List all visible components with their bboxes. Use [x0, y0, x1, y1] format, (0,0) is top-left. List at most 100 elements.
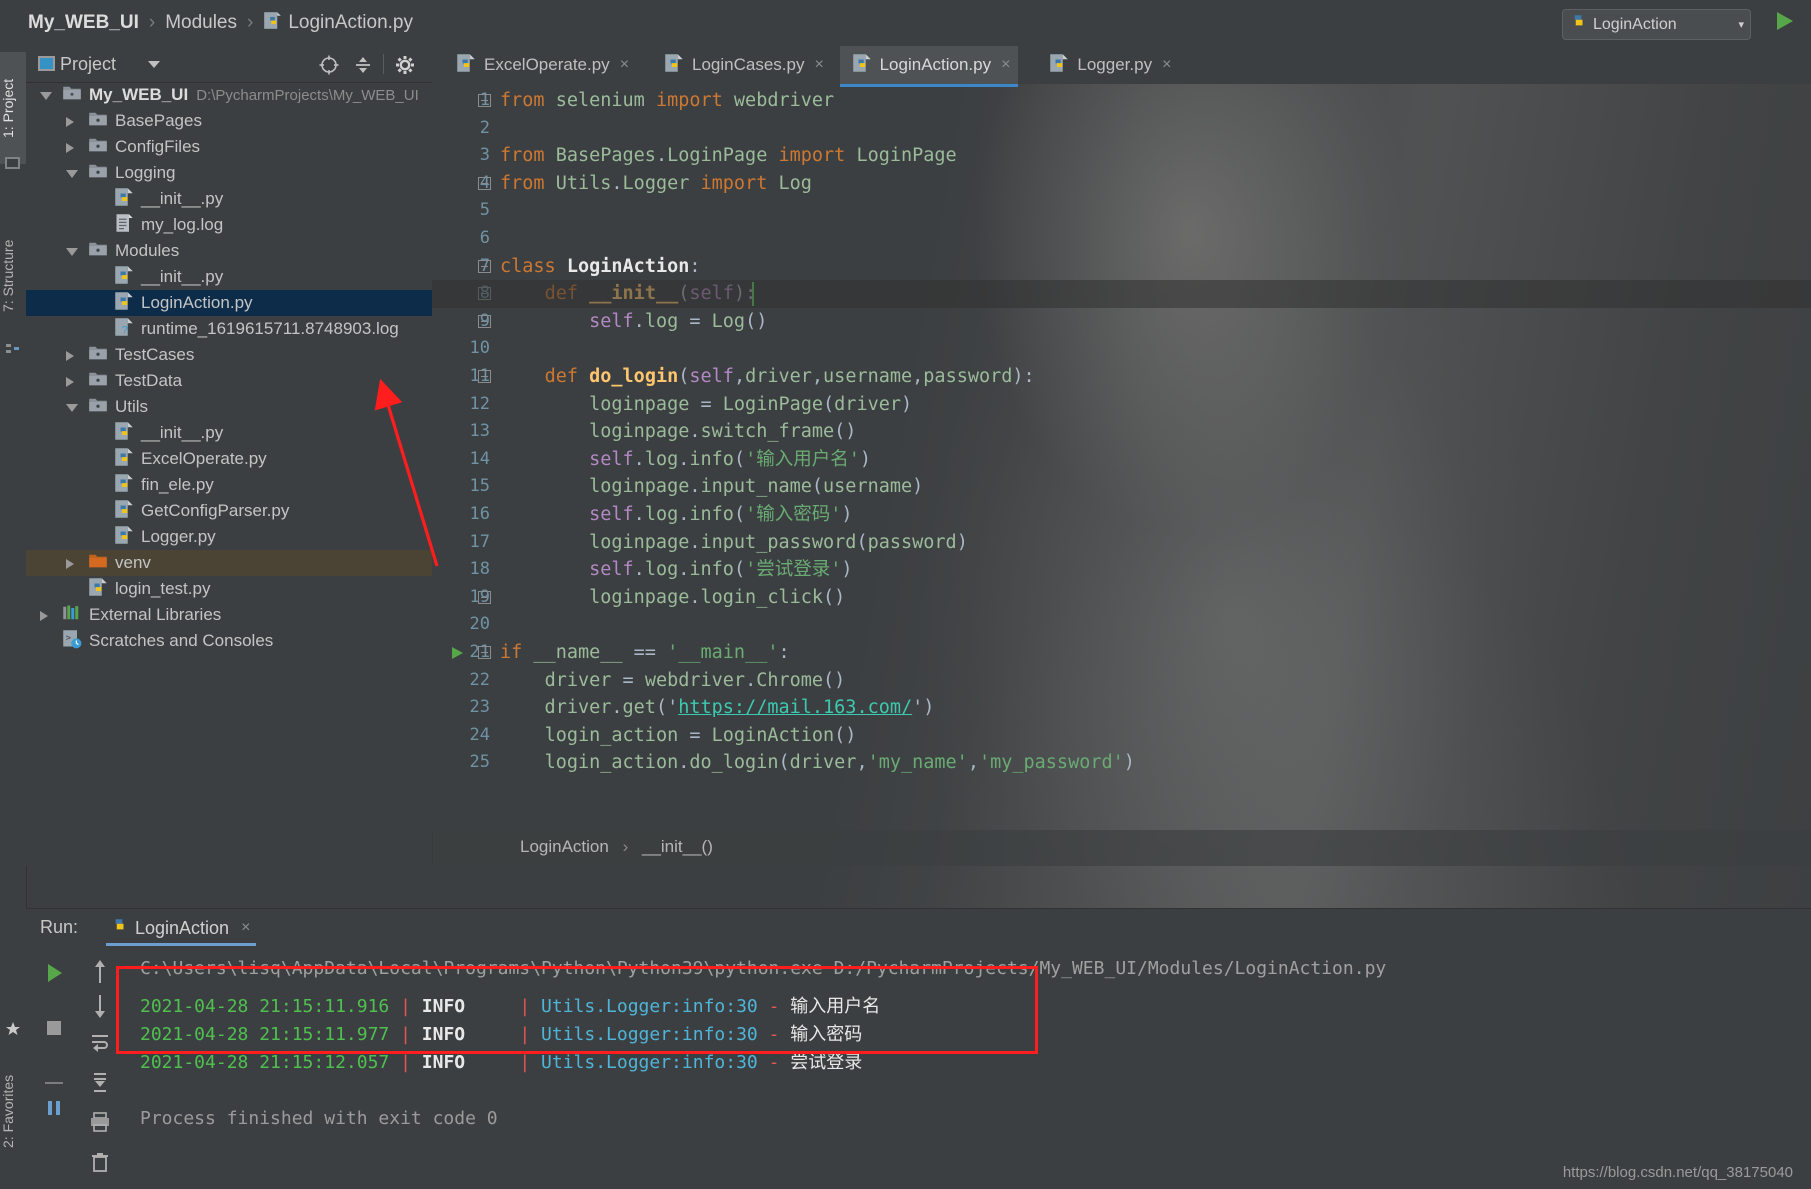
tree-node-venv[interactable]: venv: [26, 550, 432, 576]
chevron-right-icon[interactable]: [66, 377, 74, 387]
tree-node-configfiles[interactable]: ConfigFiles: [26, 134, 432, 160]
chevron-down-icon[interactable]: [66, 404, 78, 417]
chevron-right-icon[interactable]: [40, 611, 48, 621]
code-line[interactable]: loginpage.switch_frame(): [500, 418, 856, 446]
chevron-right-icon[interactable]: [66, 351, 74, 361]
editor-gutter[interactable]: 1234567891011121314151617181920212223242…: [432, 84, 500, 830]
sidebar-item-favorites[interactable]: 2: Favorites: [0, 1046, 26, 1176]
tree-node-basepages[interactable]: BasePages: [26, 108, 432, 134]
code-line[interactable]: login_action = LoginAction(): [500, 722, 857, 750]
code-line[interactable]: self.log.info('输入用户名'): [500, 446, 871, 474]
editor-area: ExcelOperate.py × LoginCases.py × LoginActio…: [432, 46, 1811, 866]
code-fold-icon[interactable]: [478, 259, 491, 273]
code-fold-icon[interactable]: [478, 176, 491, 190]
code-line[interactable]: class LoginAction:: [500, 253, 701, 281]
code-editor[interactable]: 1234567891011121314151617181920212223242…: [432, 84, 1811, 830]
run-icon[interactable]: [26, 961, 82, 990]
editor-breadcrumb-method[interactable]: __init__(): [642, 837, 713, 856]
editor-tab-logincases-py[interactable]: LoginCases.py ×: [652, 46, 832, 84]
chevron-down-icon[interactable]: [40, 92, 52, 105]
tree-node-external-libraries[interactable]: External Libraries: [26, 602, 432, 628]
code-line[interactable]: if __name__ == '__main__':: [500, 639, 790, 667]
tree-node-login-test-py[interactable]: login_test.py: [26, 576, 432, 602]
run-button[interactable]: [1777, 12, 1793, 30]
code-line[interactable]: loginpage.input_password(password): [500, 529, 968, 557]
tree-node-scratches-and-consoles[interactable]: >_ Scratches and Consoles: [26, 628, 432, 654]
code-line[interactable]: driver = webdriver.Chrome(): [500, 667, 846, 695]
close-icon[interactable]: ×: [620, 56, 629, 74]
breadcrumb-item-project[interactable]: My_WEB_UI: [28, 12, 139, 34]
gear-icon[interactable]: [394, 54, 416, 76]
tree-node-logger-py[interactable]: Logger.py: [26, 524, 432, 550]
code-line[interactable]: loginpage.login_click(): [500, 584, 845, 612]
tree-node-loginaction-py[interactable]: LoginAction.py: [26, 290, 432, 316]
run-panel-gutter[interactable]: [26, 945, 118, 1189]
code-line[interactable]: self.log = Log(): [500, 308, 767, 336]
sidebar-item-structure[interactable]: 7: Structure: [0, 216, 26, 336]
print-icon[interactable]: [82, 1111, 118, 1138]
code-fold-icon[interactable]: [478, 314, 491, 328]
tree-node-my-web-ui[interactable]: My_WEB_UI D:\PycharmProjects\My_WEB_UI: [26, 82, 432, 108]
sidebar-item-project[interactable]: 1: Project: [0, 52, 26, 164]
tree-node-my-log-log[interactable]: my_log.log: [26, 212, 432, 238]
code-line[interactable]: loginpage = LoginPage(driver): [500, 391, 912, 419]
locate-icon[interactable]: [318, 54, 340, 76]
close-icon[interactable]: ×: [241, 919, 250, 937]
code-line[interactable]: self.log.info('输入密码'): [500, 501, 852, 529]
scroll-to-end-icon[interactable]: [82, 1071, 118, 1098]
breadcrumb-item-modules[interactable]: Modules: [165, 12, 237, 34]
chevron-down-icon[interactable]: [66, 248, 78, 261]
code-fold-icon[interactable]: [478, 94, 491, 107]
tree-node-init-py[interactable]: __init__.py: [26, 264, 432, 290]
chevron-down-icon[interactable]: [148, 61, 160, 68]
code-content[interactable]: from selenium import webdriver from BaseP…: [500, 84, 1811, 830]
code-line[interactable]: loginpage.input_name(username): [500, 473, 923, 501]
run-configuration-selector[interactable]: LoginAction ▾: [1562, 9, 1751, 40]
chevron-down-icon[interactable]: [66, 170, 78, 183]
project-tree[interactable]: My_WEB_UI D:\PycharmProjects\My_WEB_UI Bas…: [26, 82, 432, 866]
chevron-right-icon[interactable]: [66, 559, 74, 569]
code-line[interactable]: from selenium import webdriver: [500, 87, 834, 115]
tree-node-utils[interactable]: Utils: [26, 394, 432, 420]
soft-wrap-icon[interactable]: [82, 1031, 118, 1058]
down-arrow-icon[interactable]: [82, 993, 118, 1024]
tree-node-exceloperate-py[interactable]: ExcelOperate.py: [26, 446, 432, 472]
trash-icon[interactable]: [82, 1151, 118, 1178]
code-fold-icon[interactable]: [478, 370, 491, 383]
editor-tab-exceloperate-py[interactable]: ExcelOperate.py ×: [444, 46, 637, 84]
tree-node-testcases[interactable]: TestCases: [26, 342, 432, 368]
code-line[interactable]: def do_login(self,driver,username,passwo…: [500, 363, 1035, 391]
close-icon[interactable]: ×: [1162, 56, 1171, 74]
pause-icon[interactable]: [26, 1097, 82, 1124]
run-tab-loginaction[interactable]: LoginAction ×: [106, 913, 257, 946]
code-fold-icon[interactable]: [478, 646, 491, 659]
code-fold-icon[interactable]: [478, 590, 491, 604]
tree-node-init-py[interactable]: __init__.py: [26, 420, 432, 446]
editor-tab-loginaction-py[interactable]: LoginAction.py ×: [839, 46, 1019, 87]
tree-node-modules[interactable]: Modules: [26, 238, 432, 264]
code-line[interactable]: driver.get('https://mail.163.com/'): [500, 694, 935, 722]
tree-node-init-py[interactable]: __init__.py: [26, 186, 432, 212]
editor-breadcrumb-class[interactable]: LoginAction: [520, 837, 609, 856]
editor-breadcrumb[interactable]: LoginAction › __init__(): [520, 837, 713, 857]
collapse-all-icon[interactable]: [352, 54, 374, 76]
code-line[interactable]: login_action.do_login(driver,'my_name','…: [500, 749, 1135, 777]
close-icon[interactable]: ×: [1001, 56, 1010, 74]
chevron-right-icon[interactable]: [66, 117, 74, 127]
breadcrumb-item-file[interactable]: LoginAction.py: [288, 12, 413, 34]
code-line[interactable]: self.log.info('尝试登录'): [500, 556, 852, 584]
close-icon[interactable]: ×: [814, 56, 823, 74]
run-line-icon[interactable]: [452, 647, 463, 659]
stop-icon[interactable]: [26, 1017, 82, 1044]
tree-node-runtime-1619615711-8748903-log[interactable]: ? runtime_1619615711.8748903.log: [26, 316, 432, 342]
tree-node-testdata[interactable]: TestData: [26, 368, 432, 394]
tree-node-getconfigparser-py[interactable]: GetConfigParser.py: [26, 498, 432, 524]
url-link[interactable]: https://mail.163.com/: [678, 697, 912, 718]
editor-tab-logger-py[interactable]: Logger.py ×: [1037, 46, 1179, 84]
code-line[interactable]: from BasePages.LoginPage import LoginPag…: [500, 142, 957, 170]
code-line[interactable]: from Utils.Logger import Log: [500, 170, 812, 198]
tree-node-logging[interactable]: Logging: [26, 160, 432, 186]
up-arrow-icon[interactable]: [82, 959, 118, 990]
chevron-right-icon[interactable]: [66, 143, 74, 153]
tree-node-fin-ele-py[interactable]: fin_ele.py: [26, 472, 432, 498]
